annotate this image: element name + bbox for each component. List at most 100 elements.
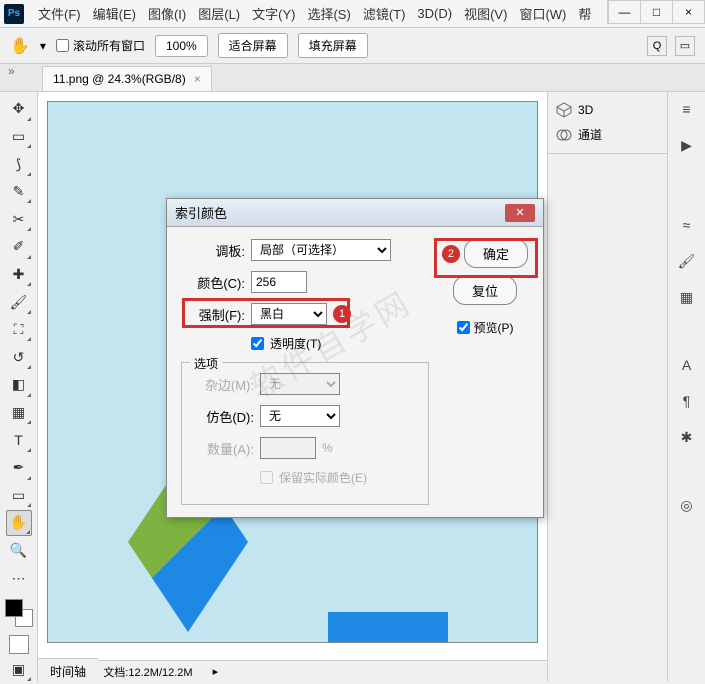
icon-strip: ≡ ▶ ≈ 🖌 ▦ A ¶ ✱ ◎ xyxy=(667,92,705,682)
menu-edit[interactable]: 编辑(E) xyxy=(87,0,142,27)
timeline-panel[interactable]: 时间轴 xyxy=(38,658,98,684)
search-icon[interactable]: Q xyxy=(647,36,667,56)
zoom-tool[interactable]: 🔍 xyxy=(6,538,32,564)
stamp-tool[interactable]: ⛶ xyxy=(6,317,32,343)
maximize-button[interactable]: □ xyxy=(640,1,672,23)
amount-unit: % xyxy=(322,441,333,455)
options-fieldset: 选项 杂边(M): 无 仿色(D): 无 数量(A): % xyxy=(181,362,429,505)
eyedropper-tool[interactable]: ✐ xyxy=(6,234,32,260)
status-doc-size[interactable]: 文档:12.2M/12.2M xyxy=(103,664,192,680)
toolbox: ✥ ▭ ⟆ ✎ ✂ ✐ ✚ 🖌 ⛶ ↺ ◧ ▦ T ✒ ▭ ✋ 🔍 ⋯ ▣ xyxy=(0,92,38,682)
brush-panel-icon[interactable]: ≈ xyxy=(676,214,698,236)
cube-icon xyxy=(556,102,572,118)
hand-tool[interactable]: ✋ xyxy=(6,510,32,536)
crop-tool[interactable]: ✂ xyxy=(6,206,32,232)
dialog-title-text: 索引颜色 xyxy=(175,203,227,222)
transparency-label: 透明度(T) xyxy=(270,335,321,352)
right-panels: 3D 通道 xyxy=(547,92,667,682)
preview-checkbox[interactable] xyxy=(457,321,470,334)
channels-icon xyxy=(556,127,572,143)
close-window-button[interactable]: × xyxy=(672,1,704,23)
menu-filter[interactable]: 滤镜(T) xyxy=(357,0,412,27)
panel-3d[interactable]: 3D xyxy=(554,98,661,122)
menu-window[interactable]: 窗口(W) xyxy=(513,0,572,27)
document-tab[interactable]: 11.png @ 24.3%(RGB/8) × xyxy=(42,66,212,91)
menu-image[interactable]: 图像(I) xyxy=(142,0,192,27)
photoshop-logo-icon: Ps xyxy=(4,4,24,24)
canvas-shape-2 xyxy=(328,612,448,642)
menu-help[interactable]: 帮 xyxy=(572,0,597,27)
forced-label: 强制(F): xyxy=(181,305,245,324)
edit-toolbar[interactable]: ⋯ xyxy=(6,565,32,591)
matte-select: 无 xyxy=(260,373,340,395)
move-tool[interactable]: ✥ xyxy=(6,96,32,122)
menu-type[interactable]: 文字(Y) xyxy=(246,0,301,27)
pen-tool[interactable]: ✒ xyxy=(6,455,32,481)
forced-select[interactable]: 黑白 xyxy=(251,303,327,325)
type-tool[interactable]: T xyxy=(6,427,32,453)
transparency-checkbox[interactable] xyxy=(251,337,264,350)
history-icon[interactable]: ≡ xyxy=(676,98,698,120)
scroll-all-input[interactable] xyxy=(56,39,69,52)
window-controls: — □ × xyxy=(607,0,705,24)
colors-input[interactable] xyxy=(251,271,307,293)
expand-panels-icon[interactable]: » xyxy=(8,64,15,78)
glyphs-panel-icon[interactable]: ✱ xyxy=(676,426,698,448)
brush-tool[interactable]: 🖌 xyxy=(6,289,32,315)
menu-view[interactable]: 视图(V) xyxy=(458,0,513,27)
close-tab-icon[interactable]: × xyxy=(194,72,201,86)
status-bar: 24.35% 文档:12.2M/12.2M ▸ xyxy=(38,660,547,682)
timeline-label: 时间轴 xyxy=(50,665,86,679)
menu-3d[interactable]: 3D(D) xyxy=(411,2,458,25)
menu-bar: Ps 文件(F) 编辑(E) 图像(I) 图层(L) 文字(Y) 选择(S) 滤… xyxy=(0,0,705,28)
quick-mask-icon[interactable] xyxy=(9,635,29,655)
dialog-titlebar[interactable]: 索引颜色 ✕ xyxy=(167,199,543,227)
gradient-tool[interactable]: ▦ xyxy=(6,400,32,426)
palette-select[interactable]: 局部（可选择） xyxy=(251,239,391,261)
panel-channels[interactable]: 通道 xyxy=(554,122,661,147)
zoom-100-button[interactable]: 100% xyxy=(155,35,208,57)
scroll-all-checkbox[interactable]: 滚动所有窗口 xyxy=(56,37,145,54)
amount-label: 数量(A): xyxy=(190,439,254,458)
play-icon[interactable]: ▶ xyxy=(676,134,698,156)
menu-file[interactable]: 文件(F) xyxy=(32,0,87,27)
preview-checkbox-wrap[interactable]: 预览(P) xyxy=(457,319,514,336)
status-chevron-icon[interactable]: ▸ xyxy=(213,665,219,678)
shape-tool[interactable]: ▭ xyxy=(6,483,32,509)
menu-layer[interactable]: 图层(L) xyxy=(192,0,246,27)
color-swatches[interactable] xyxy=(5,599,33,627)
history-brush-tool[interactable]: ↺ xyxy=(6,344,32,370)
annotation-badge-1: 1 xyxy=(333,305,351,323)
ok-button[interactable]: 确定 xyxy=(464,239,528,268)
amount-input xyxy=(260,437,316,459)
fit-screen-button[interactable]: 适合屏幕 xyxy=(218,33,288,58)
scroll-all-label: 滚动所有窗口 xyxy=(73,37,145,54)
quick-select-tool[interactable]: ✎ xyxy=(6,179,32,205)
marquee-tool[interactable]: ▭ xyxy=(6,124,32,150)
screen-mode-icon[interactable]: ▣ xyxy=(6,656,32,682)
hand-tool-icon: ✋ xyxy=(10,36,30,56)
reset-button[interactable]: 复位 xyxy=(453,276,517,305)
libraries-icon[interactable]: ◎ xyxy=(676,494,698,516)
minimize-button[interactable]: — xyxy=(608,1,640,23)
dropdown-icon[interactable]: ▾ xyxy=(40,39,46,53)
eraser-tool[interactable]: ◧ xyxy=(6,372,32,398)
document-tab-bar: 11.png @ 24.3%(RGB/8) × xyxy=(0,64,705,92)
indexed-color-dialog: 索引颜色 ✕ 调板: 局部（可选择） 颜色(C): 强制(F): 黑白 1 xyxy=(166,198,544,518)
panel-3d-label: 3D xyxy=(578,103,593,117)
foreground-color-swatch[interactable] xyxy=(5,599,23,617)
dither-select[interactable]: 无 xyxy=(260,405,340,427)
lasso-tool[interactable]: ⟆ xyxy=(6,151,32,177)
annotation-badge-2: 2 xyxy=(442,245,460,263)
paragraph-panel-icon[interactable]: ¶ xyxy=(676,390,698,412)
character-panel-icon[interactable]: A xyxy=(676,354,698,376)
dialog-close-button[interactable]: ✕ xyxy=(505,204,535,222)
palette-label: 调板: xyxy=(181,241,245,260)
panel-channels-label: 通道 xyxy=(578,126,602,143)
brush-preset-icon[interactable]: 🖌 xyxy=(676,250,698,272)
workspace-icon[interactable]: ▭ xyxy=(675,36,695,56)
healing-tool[interactable]: ✚ xyxy=(6,262,32,288)
clone-panel-icon[interactable]: ▦ xyxy=(676,286,698,308)
fill-screen-button[interactable]: 填充屏幕 xyxy=(298,33,368,58)
menu-select[interactable]: 选择(S) xyxy=(301,0,356,27)
